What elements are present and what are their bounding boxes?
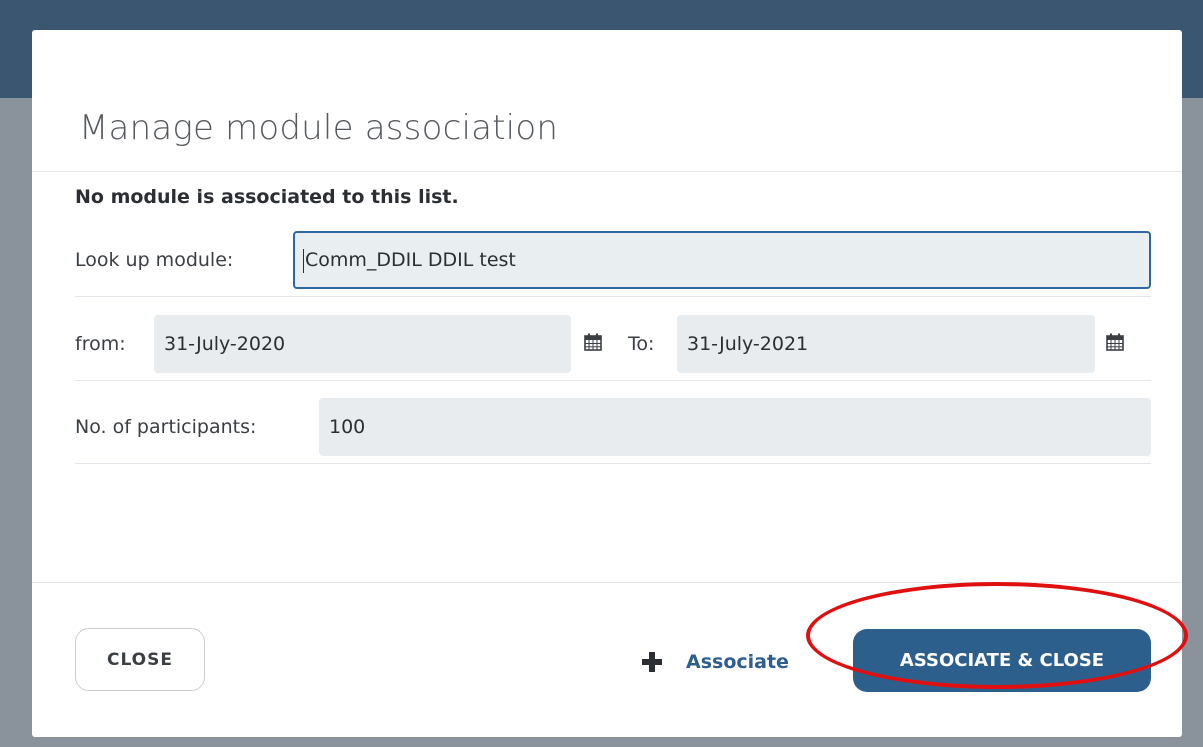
associate-and-close-button[interactable]: ASSOCIATE & CLOSE xyxy=(853,629,1151,692)
lookup-module-value: Comm_DDIL DDIL test xyxy=(305,249,516,271)
participants-label: No. of participants: xyxy=(75,416,257,438)
lookup-module-input[interactable]: Comm_DDIL DDIL test xyxy=(293,231,1151,289)
text-caret xyxy=(303,248,304,273)
no-module-notice: No module is associated to this list. xyxy=(75,186,459,208)
lookup-module-label: Look up module: xyxy=(75,249,234,271)
from-date-input[interactable]: 31-July-2020 xyxy=(154,315,571,373)
footer-divider xyxy=(32,582,1182,583)
header-divider xyxy=(32,171,1182,172)
associate-label: Associate xyxy=(686,651,789,673)
calendar-icon[interactable] xyxy=(583,332,603,352)
row-divider xyxy=(75,463,1151,464)
dialog-title: Manage module association xyxy=(79,108,559,148)
associate-button[interactable]: Associate xyxy=(642,642,789,682)
manage-module-dialog: Manage module association No module is a… xyxy=(32,30,1182,737)
row-divider xyxy=(75,296,1151,297)
row-divider xyxy=(75,380,1151,381)
close-button[interactable]: CLOSE xyxy=(75,628,205,691)
plus-icon xyxy=(642,652,662,672)
to-date-label: To: xyxy=(628,333,655,355)
calendar-icon[interactable] xyxy=(1105,332,1125,352)
from-date-label: from: xyxy=(75,333,126,355)
participants-input[interactable]: 100 xyxy=(319,398,1151,456)
to-date-input[interactable]: 31-July-2021 xyxy=(677,315,1095,373)
